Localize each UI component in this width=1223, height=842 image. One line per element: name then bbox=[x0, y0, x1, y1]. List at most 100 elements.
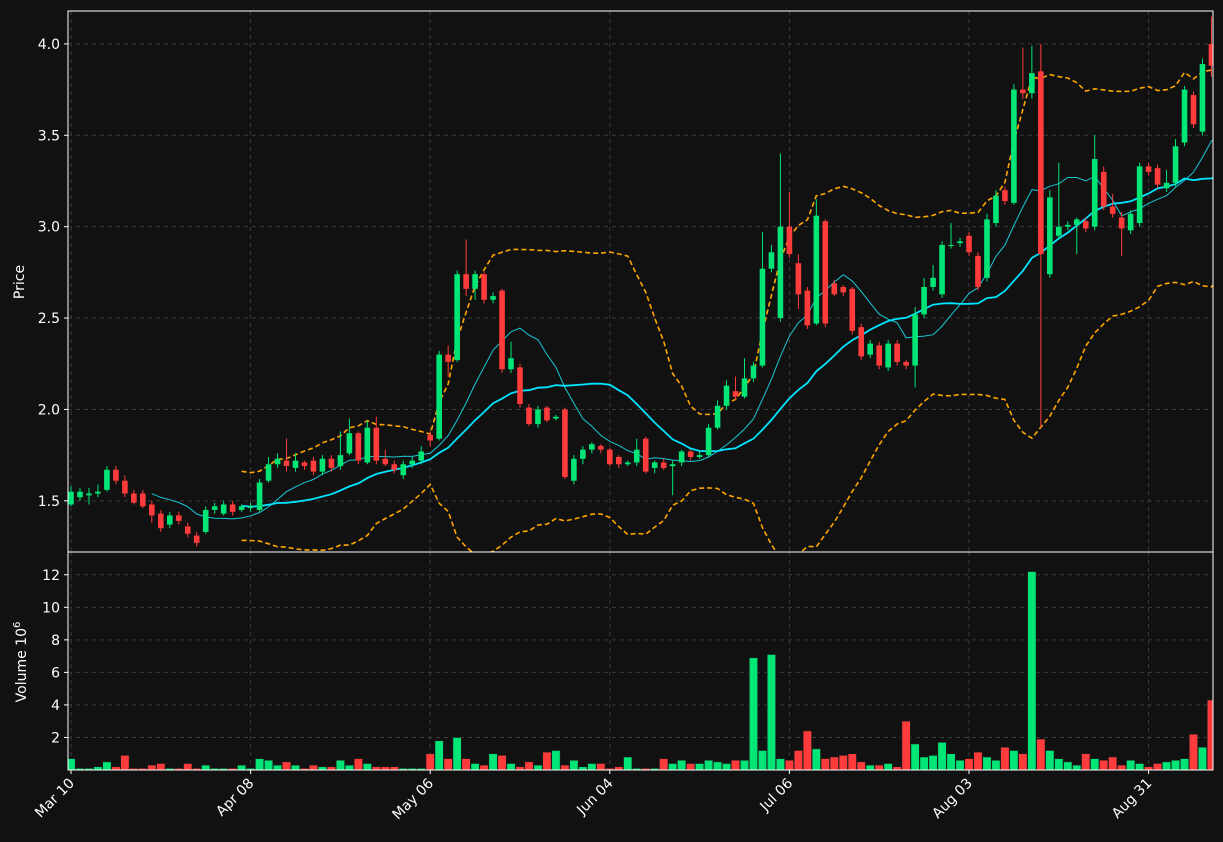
candle-body bbox=[705, 427, 712, 456]
volume-bar bbox=[704, 759, 714, 770]
candle-body bbox=[1073, 219, 1080, 225]
volume-bar bbox=[344, 764, 354, 770]
volume-bar bbox=[255, 758, 265, 770]
volume-bar bbox=[1036, 738, 1046, 770]
volume-bar bbox=[1162, 761, 1172, 770]
candle-body bbox=[975, 255, 981, 287]
candle-body bbox=[68, 491, 74, 505]
candle-body bbox=[759, 268, 766, 366]
volume-bar bbox=[479, 764, 489, 770]
volume-tick-label: 10 bbox=[42, 600, 60, 616]
volume-bar bbox=[982, 756, 992, 770]
volume-bar bbox=[686, 763, 696, 770]
candle-body bbox=[337, 455, 344, 467]
candle-body bbox=[822, 221, 829, 324]
candle-body bbox=[1181, 89, 1188, 143]
candle-body bbox=[265, 464, 272, 481]
candle-body bbox=[131, 493, 137, 503]
volume-bar bbox=[201, 764, 211, 770]
candle-body bbox=[122, 480, 128, 494]
volume-bar bbox=[919, 756, 929, 770]
volume-bar bbox=[856, 761, 866, 770]
price-tick-label: 2.0 bbox=[38, 402, 60, 418]
volume-bar bbox=[470, 763, 480, 770]
candle-body bbox=[876, 345, 882, 366]
volume-bar bbox=[1054, 758, 1064, 770]
price-tick-label: 3.0 bbox=[38, 220, 60, 236]
volume-bar bbox=[865, 764, 875, 770]
candle-body bbox=[140, 493, 146, 507]
candle-body bbox=[274, 458, 281, 465]
volume-bar bbox=[542, 751, 552, 770]
candle-body bbox=[1029, 73, 1035, 94]
candle-body bbox=[768, 252, 775, 269]
candle-body bbox=[238, 506, 245, 510]
candle-body bbox=[517, 367, 523, 404]
candle-body bbox=[562, 409, 568, 478]
candle-body bbox=[373, 427, 380, 461]
volume-bar bbox=[1099, 759, 1109, 770]
volume-bar bbox=[802, 730, 812, 770]
candle-body bbox=[777, 226, 784, 319]
volume-bar bbox=[273, 764, 283, 770]
volume-bar bbox=[829, 756, 839, 770]
volume-bar bbox=[901, 720, 911, 770]
volume-tick-label: 4 bbox=[51, 698, 60, 714]
volume-bar bbox=[668, 763, 678, 770]
candle-body bbox=[1136, 166, 1143, 224]
candle-body bbox=[1064, 224, 1071, 227]
volume-bar bbox=[1045, 750, 1055, 770]
volume-bar bbox=[838, 755, 848, 770]
volume-bar bbox=[1000, 746, 1010, 770]
volume-bar bbox=[461, 758, 471, 770]
candle-body bbox=[1082, 221, 1089, 229]
candle-body bbox=[642, 438, 649, 472]
volume-bar bbox=[596, 763, 606, 770]
volume-bar bbox=[560, 764, 570, 770]
candle-body bbox=[104, 469, 110, 490]
volume-bar bbox=[1009, 750, 1019, 770]
candle-body bbox=[283, 460, 290, 467]
volume-bar bbox=[1090, 758, 1100, 770]
volume-bar bbox=[775, 758, 785, 770]
candle-body bbox=[813, 215, 820, 324]
candle-body bbox=[454, 274, 460, 361]
candle-body bbox=[660, 462, 667, 468]
volume-bar bbox=[102, 761, 112, 770]
candle-body bbox=[589, 444, 595, 450]
candle-body bbox=[669, 464, 676, 467]
candle-body bbox=[607, 449, 613, 465]
candle-body bbox=[328, 458, 335, 468]
volume-bar bbox=[739, 759, 749, 770]
volume-bar bbox=[910, 743, 920, 770]
candle-body bbox=[1118, 217, 1125, 229]
candle-body bbox=[598, 445, 604, 450]
candle-body bbox=[624, 462, 631, 465]
candle-body bbox=[1011, 89, 1017, 203]
candle-body bbox=[490, 296, 496, 300]
volume-bar bbox=[335, 759, 345, 770]
candle-body bbox=[831, 283, 838, 295]
candle-body bbox=[382, 458, 389, 465]
volume-bar bbox=[1063, 761, 1073, 770]
volume-bar bbox=[506, 763, 516, 770]
candle-body bbox=[346, 433, 353, 454]
volume-bar bbox=[874, 764, 884, 770]
volume-bar bbox=[1081, 753, 1091, 770]
candle-body bbox=[184, 526, 191, 534]
candle-body bbox=[400, 464, 407, 476]
candle-body bbox=[894, 343, 900, 362]
candle-body bbox=[1047, 197, 1053, 275]
price-axis-label: Price bbox=[12, 265, 28, 299]
candle-body bbox=[957, 241, 963, 244]
volume-bar bbox=[946, 753, 956, 770]
candle-body bbox=[750, 365, 757, 379]
candle-body bbox=[166, 515, 173, 525]
volume-bar bbox=[731, 759, 741, 770]
candle-body bbox=[158, 513, 164, 529]
candle-body bbox=[86, 493, 92, 496]
candle-body bbox=[1109, 206, 1116, 214]
candle-body bbox=[1172, 146, 1179, 183]
candle-body bbox=[319, 458, 326, 472]
price-tick-label: 4.0 bbox=[38, 37, 60, 53]
